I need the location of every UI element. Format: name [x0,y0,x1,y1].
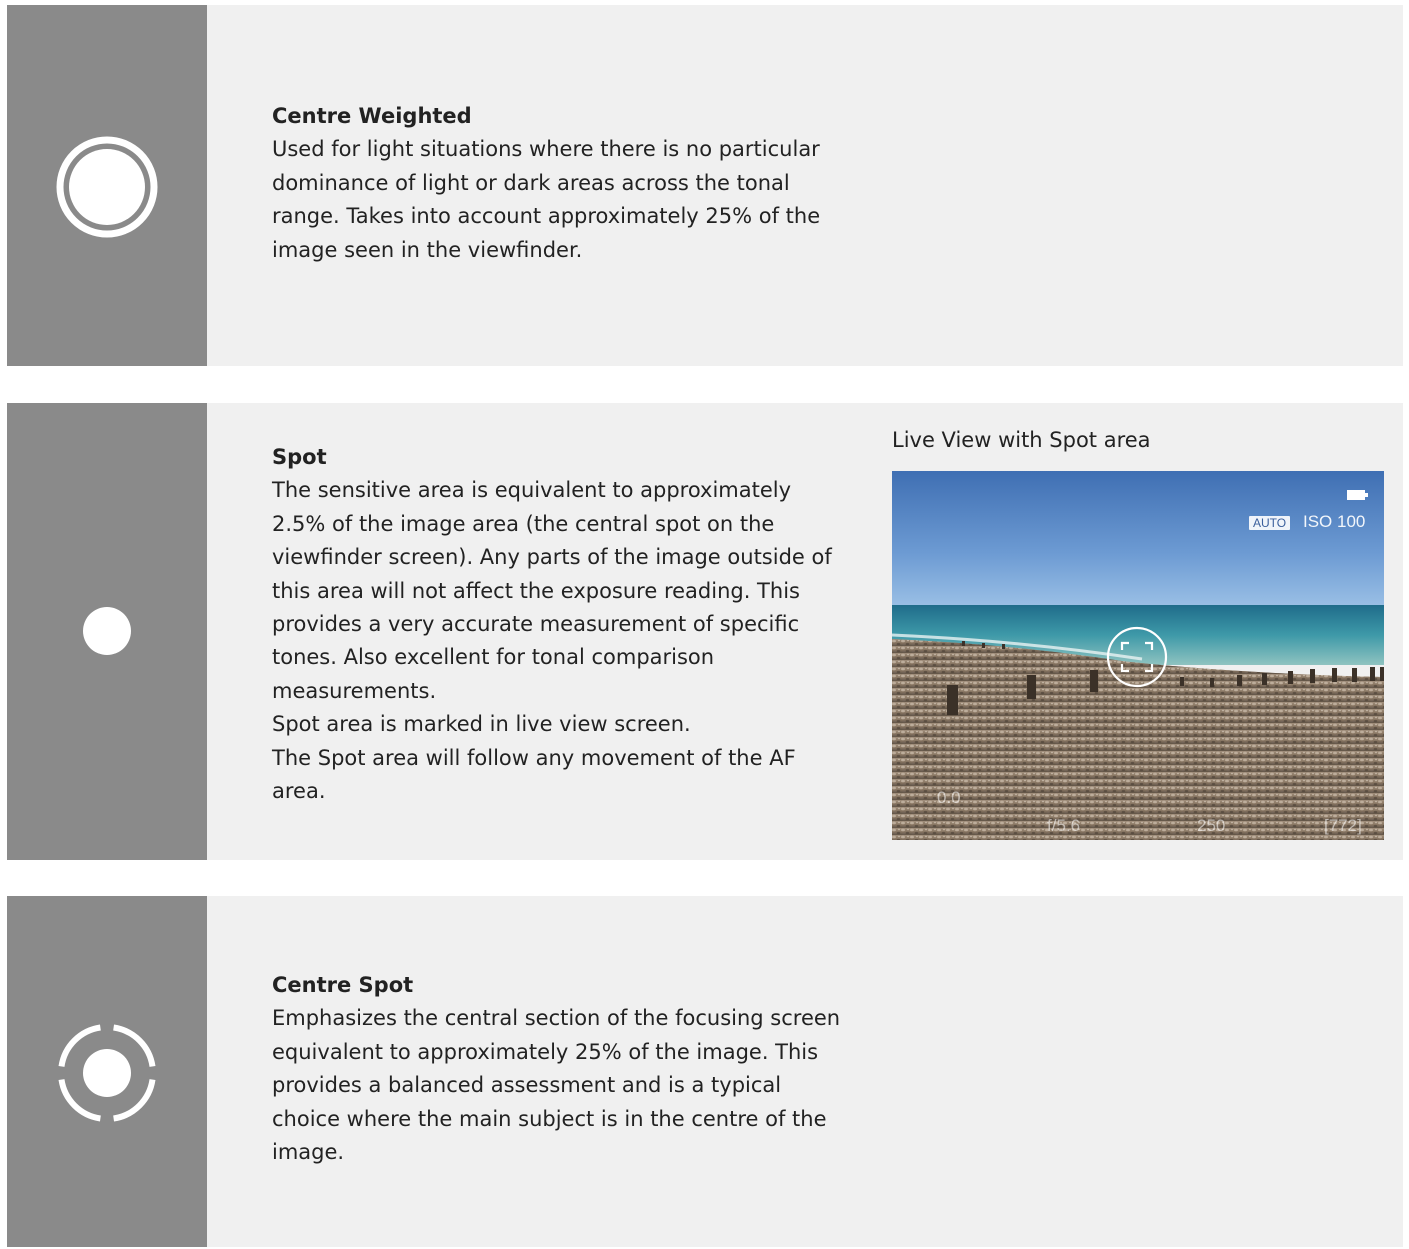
section-body: Emphasizes the central section of the fo… [272,1006,841,1165]
figure-caption: Live View with Spot area [892,428,1151,452]
section-title: Spot [272,445,327,469]
section-text: Spot The sensitive area is equivalent to… [272,441,842,808]
centre-weighted-section: Centre Weighted Used for light situation… [7,5,1403,366]
icon-band [7,5,207,366]
centre-weighted-icon [55,135,159,239]
live-view-image: AUTO ISO 100 0.0 f/5.6 250 [772] [892,471,1384,840]
centre-spot-icon [55,1021,159,1125]
aperture-readout: f/5.6 [1047,816,1081,835]
battery-icon [1347,490,1368,500]
centre-spot-section: Centre Spot Emphasizes the central secti… [7,896,1403,1247]
iso-readout: ISO 100 [1303,512,1366,531]
shutter-readout: 250 [1197,816,1226,835]
section-text: Centre Spot Emphasizes the central secti… [272,969,842,1169]
spot-icon [55,579,159,683]
icon-band [7,403,207,860]
spot-section: Spot The sensitive area is equivalent to… [7,403,1403,860]
section-body: The sensitive area is equivalent to appr… [272,478,832,703]
exposure-compensation-readout: 0.0 [937,788,961,807]
section-body: Used for light situations where there is… [272,137,821,262]
icon-band [7,896,207,1247]
section-body-note: Spot area is marked in live view screen. [272,712,691,737]
auto-iso-badge: AUTO [1249,516,1291,530]
section-title: Centre Weighted [272,104,472,128]
shots-remaining-readout: [772] [1324,816,1362,835]
section-title: Centre Spot [272,973,414,997]
section-body-note: The Spot area will follow any movement o… [272,745,796,804]
section-text: Centre Weighted Used for light situation… [272,100,842,267]
